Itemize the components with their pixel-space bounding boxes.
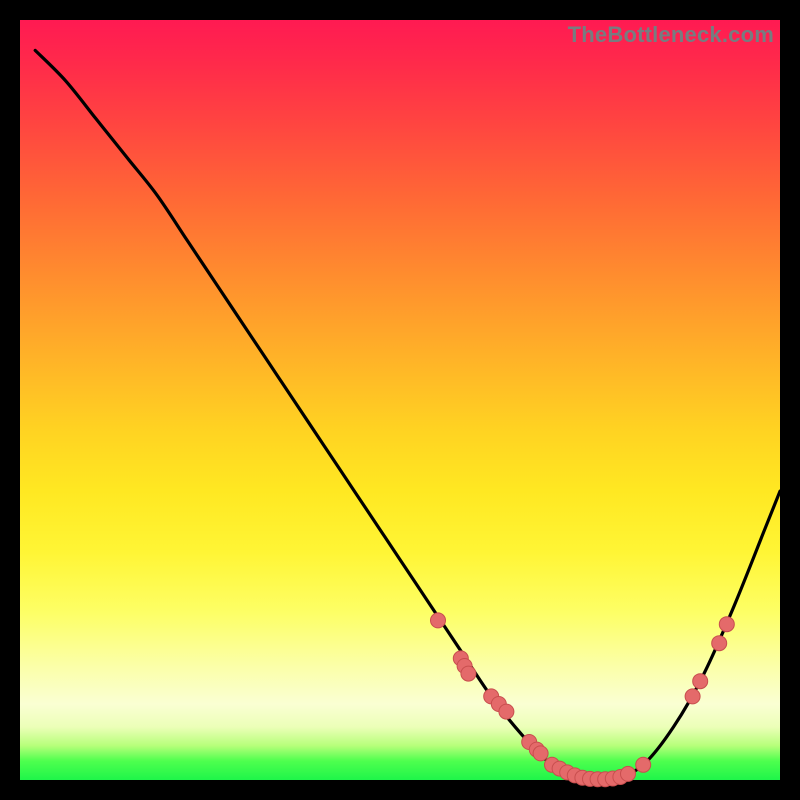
bottleneck-curve [35, 50, 780, 781]
chart-marker [461, 666, 476, 681]
chart-marker [636, 757, 651, 772]
chart-marker [719, 617, 734, 632]
chart-marker [499, 704, 514, 719]
chart-frame: TheBottleneck.com [20, 20, 780, 780]
chart-marker [693, 674, 708, 689]
chart-marker [685, 689, 700, 704]
chart-marker [533, 746, 548, 761]
chart-marker [621, 766, 636, 781]
chart-marker [431, 613, 446, 628]
chart-marker [712, 636, 727, 651]
chart-markers [431, 613, 735, 787]
watermark-text: TheBottleneck.com [568, 22, 774, 48]
chart-svg [20, 20, 780, 780]
